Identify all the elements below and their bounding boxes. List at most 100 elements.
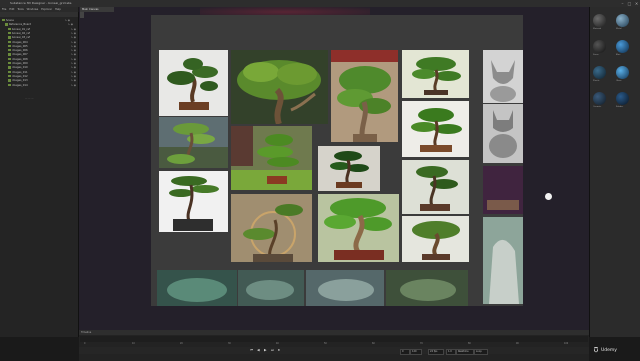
material-swatch[interactable] [616, 14, 629, 27]
bonsai-image-10[interactable] [231, 194, 312, 262]
material-swatch[interactable] [616, 92, 629, 105]
moss-image-1[interactable] [157, 270, 237, 306]
visibility-icon[interactable]: ↳ ◉ [71, 36, 76, 39]
skip-end-icon[interactable]: ⏭ [271, 348, 274, 352]
timeline-ruler[interactable] [80, 336, 588, 342]
speed-field[interactable]: 1.0 [446, 348, 456, 355]
play-icon[interactable]: ▶ [264, 348, 267, 352]
visibility-icon[interactable]: ↳ ◉ [71, 79, 76, 82]
bonsai-image-11[interactable] [318, 194, 399, 262]
layer-icon [8, 53, 11, 56]
visibility-icon[interactable]: ↳ ◉ [65, 19, 70, 22]
moss-image-2[interactable] [238, 270, 304, 306]
visibility-icon[interactable]: ↳ ◉ [71, 71, 76, 74]
material-swatch[interactable] [616, 40, 629, 53]
outliner-row[interactable]: images_006 ↳ ◉ [2, 49, 80, 53]
planter-image[interactable] [483, 166, 523, 214]
visibility-icon[interactable]: ↳ ◉ [71, 66, 76, 69]
timeline-header: Timeline [79, 330, 589, 335]
menu-help[interactable]: Help [55, 8, 61, 11]
bonsai-image-9[interactable] [159, 171, 228, 232]
maximize-button[interactable]: □ [626, 0, 633, 7]
material-swatch[interactable] [593, 92, 606, 105]
outliner-row[interactable]: bonsai_03_ref ↳ ◉ [2, 36, 80, 40]
cat-statue-image-1[interactable] [483, 50, 523, 103]
cat-statue-image-2[interactable] [483, 104, 523, 163]
outliner-row[interactable]: Scene ↳ ◉ [2, 19, 74, 23]
udemy-logo-icon [594, 347, 598, 353]
outliner-row-label: images_008 [12, 57, 28, 61]
outliner-row[interactable]: images_004 ↳ ◉ [2, 40, 80, 45]
layer-icon [8, 74, 11, 78]
timeline-title: Timeline [81, 331, 92, 334]
outliner-row[interactable]: images_014 ↳ ◉ [2, 83, 80, 88]
outliner-row[interactable]: Reference_Board ↳ ◉ [2, 23, 77, 27]
outliner-row[interactable]: images_013 ↳ ◉ [2, 79, 80, 83]
outliner-row[interactable]: images_011 ↳ ◉ [2, 70, 80, 75]
moss-image-3[interactable] [306, 270, 384, 306]
visibility-icon[interactable]: ↳ ◉ [68, 23, 73, 26]
outliner-row-label: images_009 [12, 62, 28, 66]
start-frame-field[interactable]: 0 [400, 348, 410, 355]
bonsai-image-13[interactable] [402, 216, 469, 262]
material-swatch-label: Plastic [593, 80, 600, 82]
fps-field[interactable]: 24 fps [428, 348, 444, 355]
outliner-row[interactable]: images_008 ↳ ◉ [2, 57, 80, 62]
visibility-icon[interactable]: ↳ ◉ [71, 58, 76, 61]
bonsai-image-7[interactable] [318, 146, 380, 191]
visibility-icon[interactable]: ↳ ◉ [71, 84, 76, 87]
bonsai-image-6[interactable] [231, 126, 312, 190]
close-button[interactable]: ✕ [633, 0, 640, 7]
material-swatch[interactable] [593, 40, 606, 53]
visibility-icon[interactable]: ↳ ◉ [71, 49, 76, 52]
bonsai-image-4[interactable] [402, 50, 469, 98]
visibility-icon[interactable]: ↳ ◉ [71, 45, 76, 48]
outliner-row[interactable]: images_005 ↳ ◉ [2, 44, 80, 49]
end-frame-field[interactable]: 120 [410, 348, 422, 355]
viewport-tab[interactable]: Main Canvas [80, 7, 114, 12]
bonsai-image-12[interactable] [402, 160, 469, 214]
visibility-icon[interactable]: ↳ ◉ [71, 32, 76, 35]
visibility-icon[interactable]: ↳ ◉ [71, 62, 76, 65]
menu-explorer[interactable]: Explorer [41, 8, 52, 11]
timeline-tick-label: 60 [372, 342, 375, 345]
material-swatch[interactable] [593, 14, 606, 27]
outliner-row[interactable]: bonsai_02_ref ↳ ◉ [2, 31, 80, 36]
loop-toggle[interactable]: Loop [474, 348, 488, 355]
bonsai-image-2[interactable] [231, 50, 328, 124]
moss-image-4[interactable] [386, 270, 468, 306]
outliner-row[interactable]: bonsai_01_ref ↳ ◉ [2, 27, 80, 32]
record-icon[interactable]: ⏺ [278, 348, 280, 352]
bonsai-image-1[interactable] [159, 50, 228, 116]
timeline-tick-label: 20 [180, 342, 183, 345]
bonsai-image-5[interactable] [159, 117, 228, 168]
visibility-icon[interactable]: ↳ ◉ [71, 41, 76, 44]
menu-tools[interactable]: Tools [17, 8, 23, 11]
rock-image[interactable] [483, 217, 523, 304]
play-back-icon[interactable]: ◀ [257, 348, 260, 352]
layer-icon [8, 66, 11, 69]
menu-edit[interactable]: Edit [9, 8, 14, 11]
bonsai-image-3[interactable] [331, 50, 398, 142]
minimize-button[interactable]: – [619, 0, 626, 7]
layer-icon [8, 27, 11, 30]
menu-windows[interactable]: Windows [27, 8, 39, 11]
material-swatch[interactable] [616, 66, 629, 79]
outliner-row[interactable]: images_010 ↳ ◉ [2, 66, 80, 70]
material-swatch[interactable] [593, 66, 606, 79]
realtime-toggle[interactable]: Realtime [456, 348, 474, 355]
timeline-tick-label: 90 [516, 342, 519, 345]
layer-icon [8, 31, 11, 35]
layer-icon [8, 40, 11, 43]
bonsai-image-8[interactable] [402, 101, 469, 157]
viewport-tool-icon[interactable] [80, 12, 84, 18]
visibility-icon[interactable]: ↳ ◉ [71, 53, 76, 56]
skip-start-icon[interactable]: ⏮ [250, 348, 253, 352]
menu-file[interactable]: File [2, 8, 6, 11]
timeline-tick-label: 100 [564, 342, 569, 345]
visibility-icon[interactable]: ↳ ◉ [71, 28, 76, 31]
outliner-row[interactable]: images_012 ↳ ◉ [2, 74, 80, 79]
visibility-icon[interactable]: ↳ ◉ [71, 75, 76, 78]
outliner-row[interactable]: images_007 ↳ ◉ [2, 53, 80, 57]
outliner-row[interactable]: images_009 ↳ ◉ [2, 62, 80, 66]
